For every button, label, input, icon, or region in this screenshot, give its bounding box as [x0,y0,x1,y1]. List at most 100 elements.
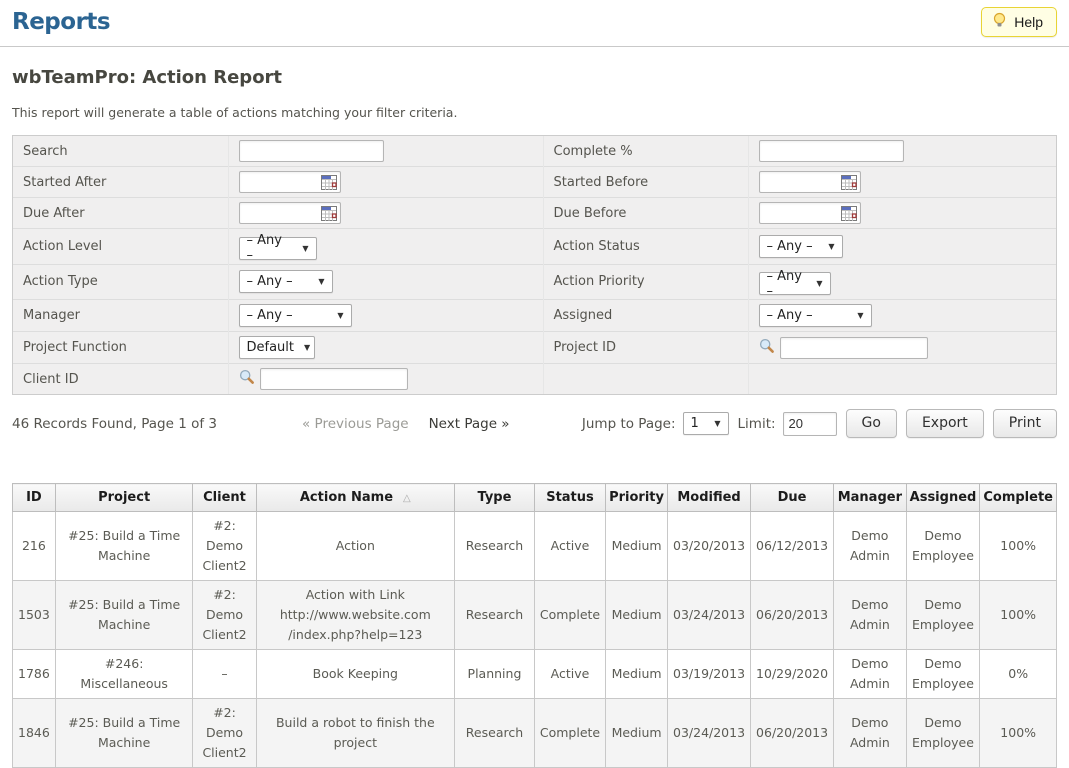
action-status-select[interactable]: – Any –▼ [759,235,843,258]
column-header[interactable]: Action Name△ [256,484,455,512]
sort-asc-icon: △ [403,493,411,504]
table-cell: 216 [13,512,56,581]
table-cell: Complete [534,581,605,650]
table-row: 1786#246: Miscellaneous–Book KeepingPlan… [13,650,1057,699]
table-cell: #25: Build a Time Machine [55,581,193,650]
table-cell: Medium [606,650,668,699]
column-header[interactable]: Manager [834,484,907,512]
table-cell: 1503 [13,581,56,650]
action-priority-select[interactable]: – Any –▼ [759,272,831,295]
jump-to-page-label: Jump to Page: [582,416,676,432]
column-header[interactable]: Client [193,484,256,512]
table-cell: Active [534,650,605,699]
limit-input[interactable] [783,412,837,436]
table-cell: 03/20/2013 [668,512,751,581]
next-page-link[interactable]: Next Page » [429,416,510,432]
search-input[interactable] [239,140,384,162]
report-title: wbTeamPro: Action Report [12,67,1057,88]
table-row: 1503#25: Build a Time Machine#2: Demo Cl… [13,581,1057,650]
table-cell: 100% [980,699,1057,768]
lightbulb-icon [992,12,1007,31]
action-type-select[interactable]: – Any –▼ [239,270,333,293]
column-header[interactable]: ID [13,484,56,512]
table-header: IDProjectClientAction Name△TypeStatusPri… [13,484,1057,512]
table-cell: Complete [534,699,605,768]
calendar-icon[interactable] [841,175,857,194]
jump-to-page-select[interactable]: 1▼ [683,412,729,435]
client-id-label: Client ID [13,364,228,395]
table-cell: #246: Miscellaneous [55,650,193,699]
calendar-icon[interactable] [321,206,337,225]
print-button[interactable]: Print [993,409,1057,438]
table-cell: Build a robot to finish the project [256,699,455,768]
previous-page-link[interactable]: « Previous Page [302,416,409,432]
pagination-bar: 46 Records Found, Page 1 of 3 « Previous… [12,408,1057,439]
action-priority-label: Action Priority [543,264,748,300]
table-cell: 03/19/2013 [668,650,751,699]
chevron-down-icon: ▼ [816,279,822,288]
table-cell: Research [455,581,535,650]
table-cell: 06/20/2013 [751,581,834,650]
table-cell: – [193,650,256,699]
records-found-text: 46 Records Found, Page 1 of 3 [12,416,302,432]
calendar-icon[interactable] [321,175,337,194]
chevron-down-icon: ▼ [857,311,863,320]
action-status-label: Action Status [543,229,748,265]
manager-select[interactable]: – Any –▼ [239,304,352,327]
go-button[interactable]: Go [846,409,897,438]
due-before-label: Due Before [543,198,748,229]
column-header[interactable]: Project [55,484,193,512]
complete-label: Complete % [543,136,748,167]
action-type-label: Action Type [13,264,228,300]
started-before-label: Started Before [543,167,748,198]
column-header[interactable]: Type [455,484,535,512]
project-id-input[interactable] [780,337,928,359]
table-body: 216#25: Build a Time Machine#2: Demo Cli… [13,512,1057,768]
column-header[interactable]: Assigned [906,484,980,512]
action-level-label: Action Level [13,229,228,265]
assigned-select[interactable]: – Any –▼ [759,304,872,327]
search-label: Search [13,136,228,167]
filter-panel: Search Complete % Started After Started … [12,135,1057,395]
column-header[interactable]: Status [534,484,605,512]
manager-label: Manager [13,300,228,332]
table-cell: Demo Employee [906,581,980,650]
action-level-select[interactable]: – Any –▼ [239,237,317,260]
complete-input[interactable] [759,140,904,162]
help-button-label: Help [1014,14,1043,30]
table-row: 1846#25: Build a Time Machine#2: Demo Cl… [13,699,1057,768]
table-cell: 1786 [13,650,56,699]
help-button[interactable]: Help [981,7,1057,37]
table-cell: Demo Employee [906,650,980,699]
column-header[interactable]: Priority [606,484,668,512]
calendar-icon[interactable] [841,206,857,225]
column-header[interactable]: Modified [668,484,751,512]
table-cell: 10/29/2020 [751,650,834,699]
export-button[interactable]: Export [906,409,984,438]
table-cell: 100% [980,581,1057,650]
client-id-input[interactable] [260,368,408,390]
chevron-down-icon: ▼ [828,242,834,251]
table-cell: #2: Demo Client2 [193,581,256,650]
search-icon[interactable] [759,338,775,358]
table-cell: Demo Employee [906,699,980,768]
column-header[interactable]: Complete [980,484,1057,512]
table-cell: 03/24/2013 [668,699,751,768]
column-header[interactable]: Due [751,484,834,512]
chevron-down-icon: ▼ [302,244,308,253]
table-cell: Planning [455,650,535,699]
table-cell: Research [455,512,535,581]
table-cell: 03/24/2013 [668,581,751,650]
search-icon[interactable] [239,369,255,389]
table-cell: Medium [606,581,668,650]
table-cell: Medium [606,699,668,768]
table-cell: #2: Demo Client2 [193,512,256,581]
table-cell: Demo Admin [834,512,907,581]
project-function-select[interactable]: Default▼ [239,336,315,359]
top-bar: Reports Help [0,0,1069,47]
chevron-down-icon: ▼ [714,419,720,428]
table-cell: Medium [606,512,668,581]
table-cell: Active [534,512,605,581]
table-row: 216#25: Build a Time Machine#2: Demo Cli… [13,512,1057,581]
assigned-label: Assigned [543,300,748,332]
